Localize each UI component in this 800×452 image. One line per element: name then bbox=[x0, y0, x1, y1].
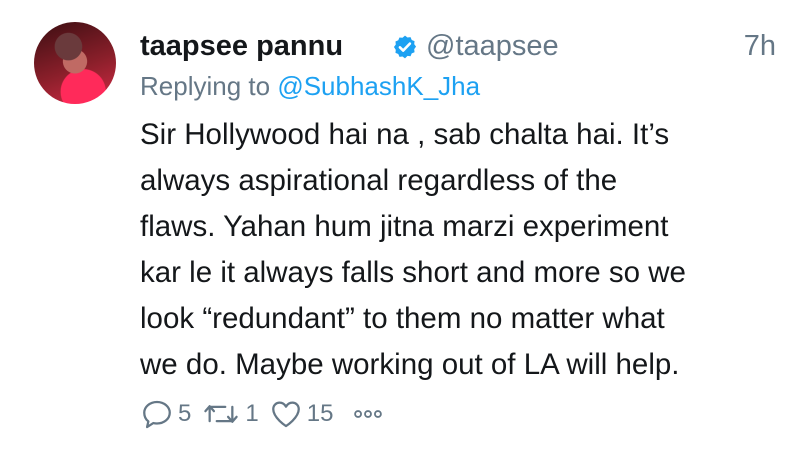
more-options-icon bbox=[351, 397, 385, 431]
action-bar: 5 1 15 bbox=[140, 394, 395, 434]
reply-button[interactable]: 5 bbox=[140, 394, 191, 434]
avatar[interactable] bbox=[34, 22, 116, 104]
tweet-text-line: always aspirational regardless of the bbox=[140, 164, 618, 197]
replying-to: Replying to @SubhashK_Jha bbox=[140, 68, 480, 104]
retweet-icon bbox=[201, 397, 241, 431]
tweet-text-line: kar le it always falls short and more so… bbox=[140, 256, 686, 289]
display-name[interactable]: taapsee pannu bbox=[140, 26, 343, 66]
tweet-text-line: look “redundant” to them no matter what bbox=[140, 302, 665, 335]
user-handle[interactable]: @taapsee bbox=[426, 26, 559, 66]
like-count: 15 bbox=[306, 400, 334, 427]
retweet-button[interactable]: 1 bbox=[201, 394, 259, 434]
timestamp[interactable]: 7h bbox=[744, 26, 776, 66]
tweet-card[interactable]: taapsee pannu @taapsee 7h Replying to @S… bbox=[0, 0, 800, 452]
tweet-header: taapsee pannu @taapsee 7h bbox=[140, 26, 776, 66]
tweet-text-line: Sir Hollywood hai na , sab chalta hai. I… bbox=[140, 118, 670, 151]
tweet-text-line: flaws. Yahan hum jitna marzi experiment bbox=[140, 210, 669, 243]
verified-badge-icon bbox=[392, 34, 418, 60]
replying-prefix: Replying to bbox=[140, 71, 278, 101]
more-options-button[interactable] bbox=[351, 397, 385, 431]
tweet-text-line: we do. Maybe working out of LA will help… bbox=[140, 348, 680, 381]
heart-icon bbox=[269, 397, 303, 431]
tweet-text: Sir Hollywood hai na , sab chalta hai. I… bbox=[140, 112, 788, 388]
reply-count: 5 bbox=[178, 400, 192, 427]
like-button[interactable]: 15 bbox=[269, 394, 334, 434]
retweet-count: 1 bbox=[245, 400, 259, 427]
mention-link[interactable]: @SubhashK_Jha bbox=[277, 71, 480, 101]
reply-icon bbox=[140, 397, 174, 431]
